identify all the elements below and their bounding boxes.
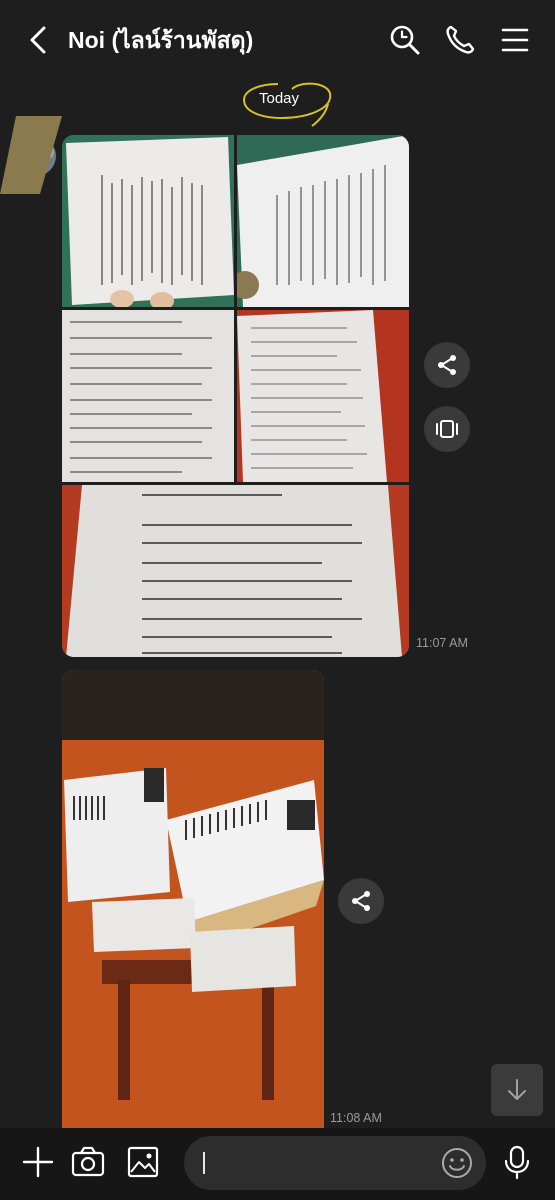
message-composer xyxy=(0,1128,555,1200)
plus-icon[interactable] xyxy=(20,1144,56,1180)
stacked-parcels-photo[interactable] xyxy=(62,670,324,1128)
message-timestamp: 11:07 AM xyxy=(416,636,468,650)
view-album-button[interactable] xyxy=(424,406,470,452)
share-button[interactable] xyxy=(338,878,384,924)
camera-icon[interactable] xyxy=(70,1144,106,1180)
flash-express-receipt-photo-5[interactable] xyxy=(62,485,409,657)
text-cursor xyxy=(203,1152,205,1174)
menu-icon[interactable] xyxy=(497,22,533,58)
flash-express-receipt-photo-3[interactable] xyxy=(62,310,234,482)
search-icon[interactable] xyxy=(387,22,423,58)
flash-express-receipt-photo-2[interactable] xyxy=(237,135,409,307)
share-icon xyxy=(352,891,370,911)
message-timestamp: 11:08 AM xyxy=(330,1111,382,1125)
phone-icon[interactable] xyxy=(442,22,478,58)
arrow-down-icon xyxy=(508,1079,526,1100)
flash-express-receipt-photo-1[interactable] xyxy=(62,135,234,307)
album-icon xyxy=(436,420,458,438)
image-icon[interactable] xyxy=(125,1144,161,1180)
share-icon xyxy=(438,355,456,375)
chat-header: Noi (ไลน์ร้านพัสดุ) xyxy=(0,0,555,80)
share-button[interactable] xyxy=(424,342,470,388)
flash-express-receipt-photo-4[interactable] xyxy=(237,310,409,482)
back-chevron-icon[interactable] xyxy=(24,24,54,56)
scroll-to-bottom-button[interactable] xyxy=(491,1064,543,1116)
date-label: Today xyxy=(258,90,300,107)
date-separator: Today xyxy=(240,78,336,130)
microphone-icon[interactable] xyxy=(499,1144,535,1180)
emoji-icon[interactable] xyxy=(440,1146,474,1180)
chat-title[interactable]: Noi (ไลน์ร้านพัสดุ) xyxy=(68,24,253,56)
sender-avatar[interactable] xyxy=(0,112,62,194)
